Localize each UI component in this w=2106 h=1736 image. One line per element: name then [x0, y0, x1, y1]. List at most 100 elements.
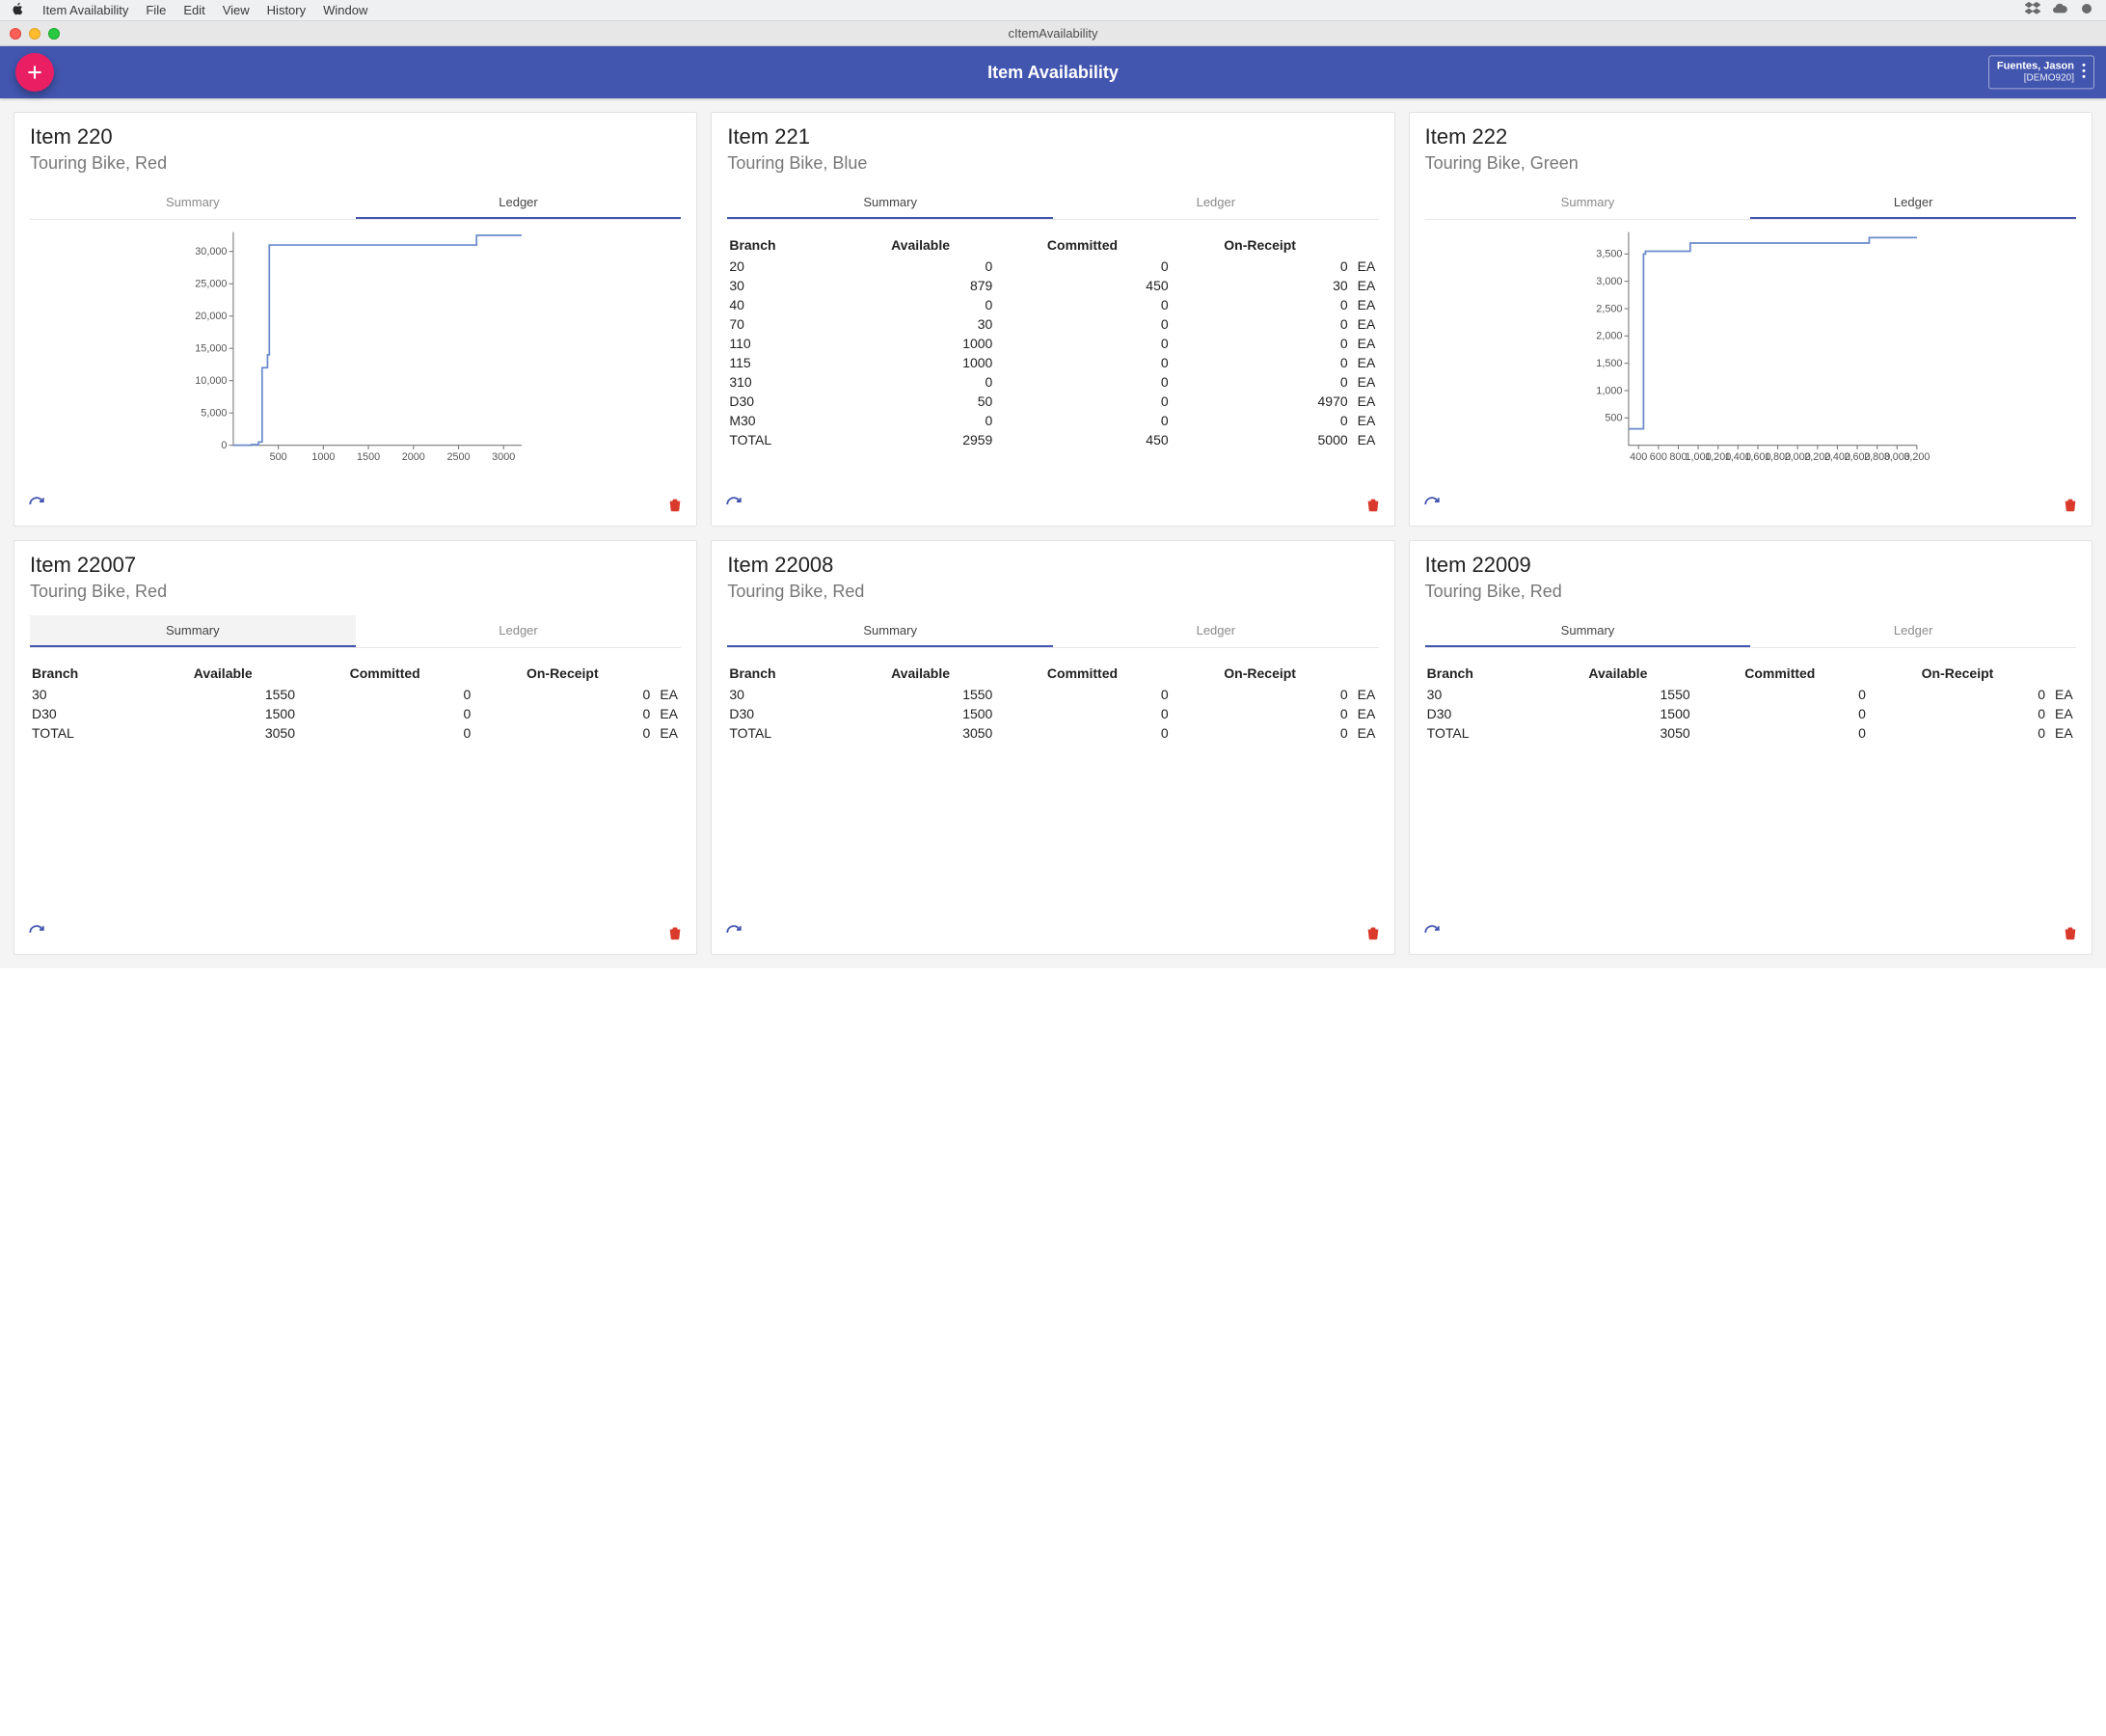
- svg-text:500: 500: [270, 451, 287, 463]
- table-total-row: TOTAL305000EA: [30, 723, 681, 743]
- tab-ledger[interactable]: Ledger: [1053, 615, 1379, 647]
- refresh-icon[interactable]: [1423, 496, 1441, 516]
- table-total-row: TOTAL305000EA: [727, 723, 1378, 743]
- svg-text:3,000: 3,000: [1596, 276, 1622, 287]
- trash-icon[interactable]: [2063, 496, 2078, 516]
- table-row: 40000EA: [727, 295, 1378, 314]
- user-name: Fuentes, Jason: [1997, 60, 2074, 72]
- tab-summary[interactable]: Summary: [30, 615, 356, 647]
- refresh-icon[interactable]: [1423, 924, 1441, 944]
- table-row: 30155000EA: [727, 685, 1378, 704]
- window-title: cItemAvailability: [0, 26, 2106, 41]
- table-row: 110100000EA: [727, 334, 1378, 353]
- trash-icon[interactable]: [2063, 924, 2078, 944]
- table-row: D30150000EA: [727, 704, 1378, 723]
- svg-text:1,000: 1,000: [1596, 385, 1622, 396]
- table-total-row: TOTAL29594505000EA: [727, 430, 1378, 449]
- item-card: Item 221Touring Bike, BlueSummaryLedgerB…: [711, 112, 1394, 527]
- item-code: Item 222: [1425, 124, 2076, 149]
- tab-summary[interactable]: Summary: [1425, 187, 1751, 219]
- refresh-icon[interactable]: [725, 924, 742, 944]
- item-card: Item 222 Touring Bike, Green SummaryLedger…: [1409, 112, 2092, 527]
- user-env: [DEMO920]: [1997, 73, 2074, 85]
- tab-ledger[interactable]: Ledger: [1053, 187, 1379, 219]
- item-card: Item 22008 Touring Bike, Red SummaryLedger…: [711, 540, 1394, 955]
- cloud-icon[interactable]: [2052, 1, 2067, 19]
- svg-text:15,000: 15,000: [195, 342, 227, 354]
- item-name: Touring Bike, Red: [30, 582, 681, 602]
- svg-text:1500: 1500: [357, 451, 380, 463]
- table-total-row: TOTAL305000EA: [1425, 723, 2076, 743]
- item-name: Touring Bike, Red: [30, 153, 681, 174]
- window-titlebar: cItemAvailability: [0, 21, 2106, 46]
- tab-summary[interactable]: Summary: [1425, 615, 1751, 647]
- svg-text:3,200: 3,200: [1904, 451, 1930, 463]
- card-grid: Item 220Touring Bike, RedSummaryLedger05…: [0, 98, 2106, 968]
- item-name: Touring Bike, Blue: [727, 153, 1378, 174]
- mac-menubar: Item Availability File Edit View History…: [0, 0, 2106, 21]
- table-row: 703000EA: [727, 314, 1378, 334]
- table-row: M30000EA: [727, 411, 1378, 430]
- page-title: Item Availability: [987, 63, 1119, 83]
- menu-item-edit[interactable]: Edit: [183, 3, 204, 17]
- svg-text:2,000: 2,000: [1596, 331, 1622, 342]
- tab-ledger[interactable]: Ledger: [1750, 615, 2076, 647]
- table-row: 3087945030EA: [727, 276, 1378, 295]
- trash-icon[interactable]: [1365, 924, 1381, 944]
- add-item-button[interactable]: [15, 53, 54, 92]
- refresh-icon[interactable]: [28, 496, 45, 516]
- svg-text:600: 600: [1649, 451, 1666, 463]
- summary-table: BranchAvailableCommittedOn-Receipt301550…: [727, 662, 1378, 743]
- table-row: 115100000EA: [727, 353, 1378, 372]
- table-row: 30155000EA: [30, 685, 681, 704]
- trash-icon[interactable]: [667, 496, 683, 516]
- trash-icon[interactable]: [667, 924, 683, 944]
- tab-ledger[interactable]: Ledger: [356, 615, 682, 647]
- svg-text:400: 400: [1630, 451, 1647, 463]
- summary-table: BranchAvailableCommittedOn-Receipt20000E…: [727, 233, 1378, 449]
- svg-text:1000: 1000: [311, 451, 335, 463]
- refresh-icon[interactable]: [725, 496, 742, 516]
- summary-table: BranchAvailableCommittedOn-Receipt301550…: [30, 662, 681, 743]
- menu-item-file[interactable]: File: [146, 3, 166, 17]
- menu-item-app[interactable]: Item Availability: [42, 3, 128, 17]
- trash-icon[interactable]: [1365, 496, 1381, 516]
- menu-item-history[interactable]: History: [267, 3, 306, 17]
- summary-table: BranchAvailableCommittedOn-Receipt301550…: [1425, 662, 2076, 743]
- item-name: Touring Bike, Green: [1425, 153, 2076, 174]
- table-row: D30150000EA: [1425, 704, 2076, 723]
- svg-text:5,000: 5,000: [201, 407, 227, 419]
- dropbox-icon[interactable]: [2025, 1, 2040, 19]
- tab-summary[interactable]: Summary: [727, 615, 1053, 647]
- tab-ledger[interactable]: Ledger: [356, 187, 682, 219]
- app-header: Item Availability Fuentes, Jason [DEMO92…: [0, 46, 2106, 98]
- svg-text:30,000: 30,000: [195, 246, 227, 258]
- svg-text:500: 500: [1605, 413, 1622, 424]
- target-icon[interactable]: [2079, 1, 2094, 19]
- chart: 5001,0001,5002,0002,5003,0003,5004006008…: [1425, 224, 2076, 475]
- table-row: 310000EA: [727, 372, 1378, 392]
- menu-item-window[interactable]: Window: [323, 3, 367, 17]
- svg-text:1,500: 1,500: [1596, 358, 1622, 369]
- table-row: D305004970EA: [727, 392, 1378, 411]
- tab-summary[interactable]: Summary: [727, 187, 1053, 219]
- item-card: Item 22007Touring Bike, RedSummaryLedger…: [14, 540, 697, 955]
- apple-icon[interactable]: [12, 2, 25, 18]
- tab-summary[interactable]: Summary: [30, 187, 356, 219]
- table-row: 20000EA: [727, 257, 1378, 276]
- tab-ledger[interactable]: Ledger: [1750, 187, 2076, 219]
- svg-text:2,500: 2,500: [1596, 303, 1622, 314]
- svg-text:0: 0: [221, 440, 227, 451]
- svg-text:3,500: 3,500: [1596, 249, 1622, 260]
- item-card: Item 22009 Touring Bike, Red SummaryLedger…: [1409, 540, 2092, 955]
- refresh-icon[interactable]: [28, 924, 45, 944]
- item-code: Item 22009: [1425, 553, 2076, 578]
- item-name: Touring Bike, Red: [727, 582, 1378, 602]
- kebab-menu-icon[interactable]: [2082, 63, 2086, 82]
- user-menu[interactable]: Fuentes, Jason [DEMO920]: [1988, 55, 2094, 89]
- menu-item-view[interactable]: View: [223, 3, 250, 17]
- item-code: Item 22008: [727, 553, 1378, 578]
- svg-text:2000: 2000: [402, 451, 425, 463]
- svg-text:25,000: 25,000: [195, 278, 227, 289]
- item-name: Touring Bike, Red: [1425, 582, 2076, 602]
